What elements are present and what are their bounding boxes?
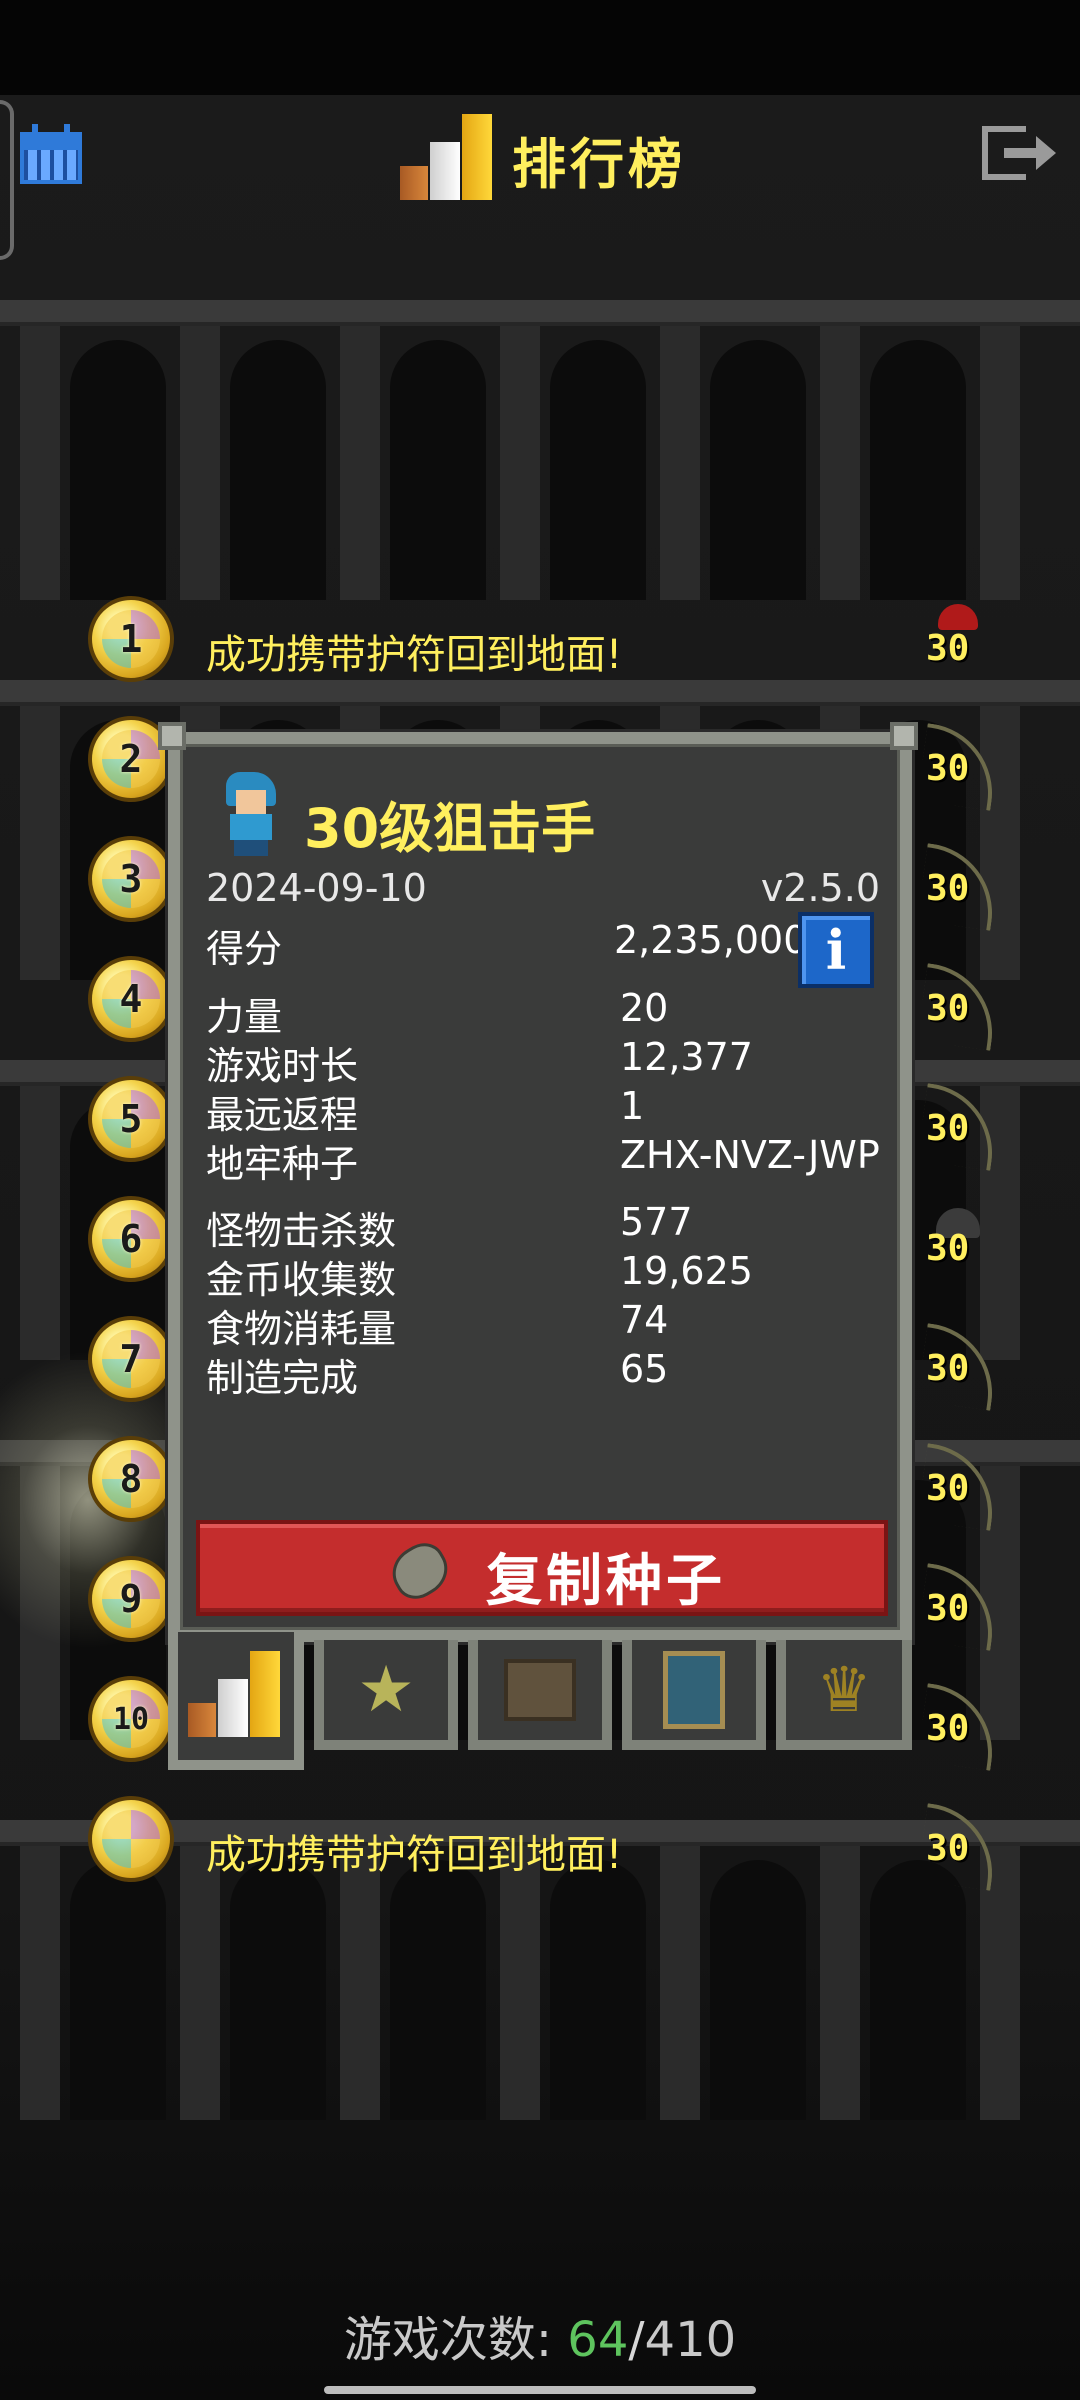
stat-value: 65 <box>620 1347 669 1391</box>
tab-stats[interactable] <box>168 1632 304 1770</box>
warrior-class-icon: 30 <box>918 604 998 690</box>
hero-level: 30 <box>926 988 970 1029</box>
rank-number <box>92 1800 170 1878</box>
stat-label: 金币收集数 <box>206 1258 397 1302</box>
card-icon <box>663 1651 725 1729</box>
stat-value: 74 <box>620 1298 669 1342</box>
rank-number: 9 <box>119 1577 143 1621</box>
hero-level: 30 <box>926 1348 970 1389</box>
games-played-counter: 游戏次数: 64/410 <box>0 2300 1080 2370</box>
amulet-medal-icon: 10 <box>88 1676 174 1762</box>
dungeon-seed-value: ZHX-NVZ-JWP <box>620 1133 880 1177</box>
rank-number: 3 <box>119 857 143 901</box>
hero-level: 30 <box>926 1228 970 1269</box>
rank-number: 5 <box>119 1097 143 1141</box>
copy-seed-label: 复制种子 <box>486 1549 726 1614</box>
stat-label: 食物消耗量 <box>206 1307 397 1351</box>
stat-label: 地牢种子 <box>206 1142 359 1186</box>
games-played-label: 游戏次数: <box>343 2312 553 2368</box>
rank-number: 6 <box>119 1217 143 1261</box>
huntress-bow-icon: 30 <box>916 843 1002 931</box>
tab-talents[interactable]: ★ <box>314 1640 458 1750</box>
hero-level: 30 <box>926 1468 970 1509</box>
huntress-bow-icon: 30 <box>916 1443 1002 1531</box>
amulet-medal-icon: 8 <box>88 1436 174 1522</box>
rank-number: 7 <box>119 1337 143 1381</box>
rank-number: 1 <box>119 617 143 661</box>
stat-label: 制造完成 <box>206 1356 359 1400</box>
tab-badges[interactable] <box>622 1640 766 1750</box>
stat-label: 最远返程 <box>206 1093 359 1137</box>
tab-achievements[interactable]: ♛ <box>776 1640 912 1750</box>
page-title: 排行榜 <box>512 133 686 196</box>
trophy-icon: ♛ <box>816 1653 872 1726</box>
stat-label: 游戏时长 <box>206 1044 359 1088</box>
hero-level: 30 <box>926 1588 970 1629</box>
seed-stone-icon <box>383 1535 457 1607</box>
hero-level: 30 <box>926 1108 970 1149</box>
amulet-medal-icon: 4 <box>88 956 174 1042</box>
exit-icon[interactable] <box>980 122 1058 186</box>
info-icon: i <box>825 918 847 982</box>
hero-level: 30 <box>926 748 970 789</box>
amulet-medal-icon: 5 <box>88 1076 174 1162</box>
window-corner <box>890 722 918 750</box>
huntress-bow-icon: 30 <box>916 1323 1002 1411</box>
header: 排行榜 <box>0 100 1080 210</box>
amulet-medal-icon: 1 <box>88 596 174 682</box>
huntress-bow-icon: 30 <box>916 1563 1002 1651</box>
rank-number: 4 <box>119 977 143 1021</box>
record-date: 2024-09-10 <box>206 866 427 910</box>
stat-label: 力量 <box>206 995 283 1039</box>
hero-level: 30 <box>926 1708 970 1749</box>
window-corner <box>158 722 186 750</box>
stat-value: 577 <box>620 1200 693 1244</box>
counter-separator: / <box>628 2312 645 2368</box>
tab-items[interactable] <box>468 1640 612 1750</box>
stat-value: 2,235,000 <box>614 918 808 962</box>
hero-level: 30 <box>926 1828 970 1869</box>
leaderboard-icon <box>400 112 496 200</box>
amulet-medal-icon <box>88 1796 174 1882</box>
games-played-count: 64 <box>567 2312 629 2368</box>
score-info-button[interactable]: i <box>798 912 874 988</box>
ranking-row[interactable]: 1 成功携带护符回到地面! 30 <box>0 596 1080 692</box>
rank-number: 8 <box>119 1457 143 1501</box>
bar-chart-icon <box>188 1649 284 1738</box>
amulet-medal-icon: 9 <box>88 1556 174 1642</box>
record-title: 30级狙击手 <box>304 797 596 860</box>
ranking-row[interactable]: 成功携带护符回到地面! 30 <box>0 1796 1080 1892</box>
amulet-medal-icon: 6 <box>88 1196 174 1282</box>
huntress-bow-icon: 30 <box>916 1683 1002 1771</box>
copy-seed-button[interactable]: 复制种子 <box>196 1520 888 1616</box>
record-detail-window: 30级狙击手 2024-09-10 v2.5.0 得分 2,235,000 i … <box>168 732 912 1642</box>
star-icon: ★ <box>357 1653 415 1727</box>
ranking-description: 成功携带护符回到地面! <box>206 632 623 678</box>
stat-label: 得分 <box>206 927 283 971</box>
huntress-icon <box>216 772 286 856</box>
stat-value: 12,377 <box>620 1035 753 1079</box>
stat-value: 19,625 <box>620 1249 753 1293</box>
hero-level: 30 <box>926 628 970 669</box>
stat-value: 1 <box>620 1084 645 1128</box>
game-version: v2.5.0 <box>760 866 880 910</box>
home-indicator[interactable] <box>324 2386 756 2394</box>
stat-label: 怪物击杀数 <box>206 1209 397 1253</box>
stat-value: 20 <box>620 986 669 1030</box>
ranking-description: 成功携带护符回到地面! <box>206 1832 623 1878</box>
rank-number: 10 <box>112 1701 150 1737</box>
chest-icon <box>504 1659 576 1721</box>
huntress-bow-icon: 30 <box>916 1803 1002 1891</box>
rogue-class-icon: 30 <box>918 1204 998 1290</box>
amulet-medal-icon: 7 <box>88 1316 174 1402</box>
amulet-medal-icon: 3 <box>88 836 174 922</box>
background-arches <box>0 300 1080 600</box>
games-total-count: 410 <box>644 2312 737 2368</box>
huntress-bow-icon: 30 <box>916 963 1002 1051</box>
hero-level: 30 <box>926 868 970 909</box>
huntress-bow-icon: 30 <box>916 1083 1002 1171</box>
huntress-bow-icon: 30 <box>916 723 1002 811</box>
